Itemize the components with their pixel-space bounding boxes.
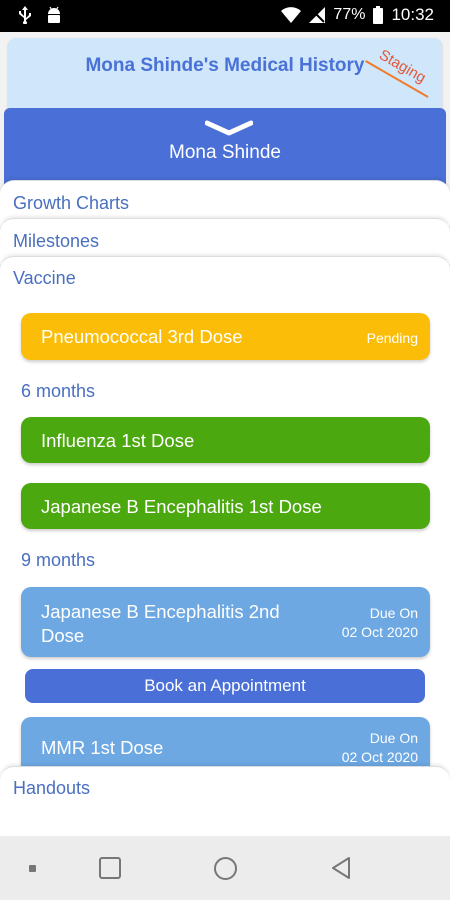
vaccine-title: Japanese B Encephalitis 1st Dose: [41, 496, 322, 517]
due-info: Due On 02 Oct 2020: [342, 729, 418, 767]
section-label-milestones: Milestones: [13, 231, 100, 251]
vaccine-card-pneumococcal-3[interactable]: Pneumococcal 3rd Dose Pending: [21, 313, 430, 360]
due-date: 02 Oct 2020: [341, 623, 418, 640]
section-label-vaccine: Vaccine: [13, 268, 76, 288]
section-handouts[interactable]: Handouts: [0, 766, 450, 836]
due-label: Due On: [369, 605, 418, 621]
vaccine-title: MMR 1st Dose: [41, 737, 164, 758]
section-label-growth-charts: Growth Charts: [13, 193, 130, 213]
status-bar: 77% 10:32: [0, 0, 450, 32]
section-vaccine[interactable]: Vaccine Pneumococcal 3rd Dose Pending 6 …: [0, 256, 450, 776]
system-nav-bar: [0, 836, 450, 900]
clock: 10:32: [391, 5, 434, 24]
vaccine-title: Japanese B Encephalitis 2nd Dose: [41, 600, 280, 648]
battery-percent: 77%: [333, 6, 366, 23]
vaccine-card-jbe-1[interactable]: Japanese B Encephalitis 1st Dose: [21, 483, 430, 529]
group-label-9-months: 9 months: [21, 550, 96, 570]
vaccine-title: Pneumococcal 3rd Dose: [41, 326, 243, 347]
section-label-handouts: Handouts: [13, 778, 91, 798]
due-date: 02 Oct 2020: [341, 748, 418, 765]
wifi-icon: [281, 7, 302, 23]
header-card: Mona Shinde's Medical History Staging: [8, 38, 442, 110]
status-badge: Pending: [366, 330, 418, 346]
vaccine-title-line-2: Dose: [41, 625, 85, 646]
vaccine-title-line-1: Japanese B Encephalitis 2nd: [41, 601, 280, 622]
patient-bar[interactable]: Mona Shinde: [4, 108, 446, 186]
due-info: Due On 02 Oct 2020: [342, 604, 418, 642]
vaccine-title: Influenza 1st Dose: [41, 430, 195, 451]
usb-icon: [19, 6, 31, 24]
no-signal-icon: [309, 7, 326, 23]
vaccine-card-jbe-2[interactable]: Japanese B Encephalitis 2nd Dose Due On …: [21, 587, 430, 657]
patient-name: Mona Shinde: [169, 142, 281, 163]
chevron-down-icon[interactable]: [205, 120, 253, 138]
battery-icon: [373, 6, 384, 24]
back-triangle-icon[interactable]: [330, 856, 352, 880]
vaccine-card-influenza-1[interactable]: Influenza 1st Dose: [21, 417, 430, 463]
group-label-6-months: 6 months: [21, 381, 96, 401]
due-label: Due On: [369, 730, 418, 746]
android-debug-icon: [48, 6, 60, 23]
recent-dot-icon[interactable]: [29, 865, 36, 872]
overview-square-icon[interactable]: [99, 857, 121, 879]
home-circle-icon[interactable]: [214, 857, 237, 880]
book-appointment-button[interactable]: Book an Appointment: [25, 669, 425, 703]
